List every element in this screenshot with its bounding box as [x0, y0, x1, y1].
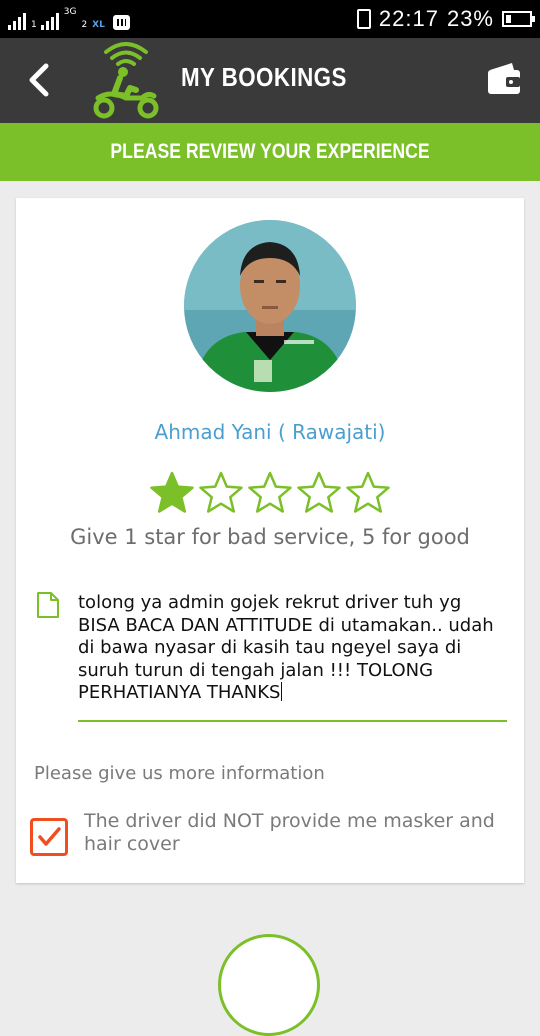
status-icons-left: 1 3G 2 XL [8, 8, 130, 30]
rating-hint: Give 1 star for bad service, 5 for good [70, 525, 470, 549]
wallet-icon [488, 63, 520, 94]
more-info-label: Please give us more information [34, 763, 325, 784]
signal-icon [8, 13, 26, 30]
star-filled-icon[interactable] [149, 470, 195, 516]
status-icons-right: 22:17 23% [356, 6, 535, 32]
sim-2-label: 2 [81, 20, 88, 30]
star-empty-icon[interactable] [247, 470, 293, 516]
text-cursor [281, 682, 283, 701]
page-title: MY BOOKINGS [181, 62, 347, 92]
driver-photo [184, 220, 356, 392]
status-bar: 1 3G 2 XL 22:17 23% [0, 0, 540, 38]
motorbike-rider-logo [93, 42, 159, 119]
complaint-label: The driver did NOT provide me masker and… [84, 810, 495, 855]
star-empty-icon[interactable] [198, 470, 244, 516]
note-icon [37, 592, 59, 618]
star-empty-icon[interactable] [345, 470, 391, 516]
driver-avatar [184, 220, 356, 392]
phone-icon [356, 9, 371, 29]
comment-input[interactable]: tolong ya admin gojek rekrut driver tuh … [78, 592, 507, 705]
status-time: 22:17 [378, 6, 439, 31]
star-empty-icon[interactable] [296, 470, 342, 516]
driver-name: Ahmad Yani ( Rawajati) [154, 420, 386, 444]
battery-icon [502, 11, 535, 27]
review-banner: PLEASE REVIEW YOUR EXPERIENCE [0, 123, 540, 181]
network-type-label: 3G [63, 7, 77, 17]
complaint-checkbox[interactable] [30, 818, 68, 856]
submit-button[interactable] [218, 934, 320, 1036]
signal-icon-2 [40, 13, 59, 30]
review-card: Ahmad Yani ( Rawajati) Give 1 star for b… [16, 198, 524, 883]
sim-1-label: 1 [31, 20, 37, 30]
back-button[interactable] [18, 58, 62, 102]
wallet-button[interactable] [484, 60, 524, 100]
xl-network-icon: XL [92, 20, 105, 30]
banner-text: PLEASE REVIEW YOUR EXPERIENCE [110, 140, 430, 163]
comment-text: tolong ya admin gojek rekrut driver tuh … [78, 592, 494, 703]
app-bar: MY BOOKINGS [0, 38, 540, 123]
checkmark-icon [38, 827, 61, 846]
comment-underline [78, 720, 507, 722]
star-rating[interactable] [149, 470, 391, 516]
bbm-icon [112, 15, 130, 30]
battery-percent: 23% [446, 6, 494, 31]
back-arrow-icon [29, 63, 49, 97]
